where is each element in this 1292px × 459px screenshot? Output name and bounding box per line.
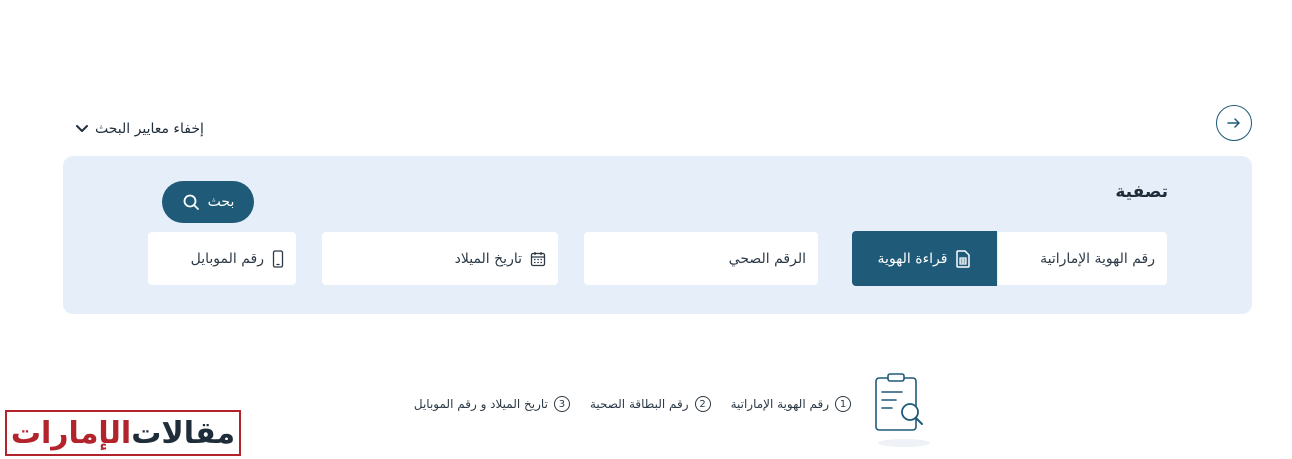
sim-card-icon (956, 249, 971, 268)
mobile-number-input[interactable] (160, 250, 264, 267)
clipboard-search-icon (875, 373, 930, 447)
step-item: 1 رقم الهوية الإماراتية (731, 396, 851, 412)
step-number: 1 (835, 396, 851, 412)
read-id-button[interactable]: قراءة الهوية (852, 231, 997, 286)
watermark-part2: الإمارات (10, 415, 132, 451)
arrow-right-icon (1227, 118, 1240, 128)
step-label: رقم البطاقة الصحية (589, 397, 689, 411)
hide-search-criteria-toggle[interactable]: إخفاء معايير البحث (75, 118, 204, 140)
date-of-birth-field[interactable] (322, 232, 558, 285)
chevron-down-icon (76, 125, 88, 132)
calendar-icon (530, 251, 546, 266)
step-item: 2 رقم البطاقة الصحية (590, 396, 711, 412)
step-label: تاريخ الميلاد و رقم الموبايل (413, 397, 548, 411)
search-button-label: بحث (207, 194, 235, 210)
filter-title: تصفية (1115, 182, 1168, 202)
date-of-birth-input[interactable] (334, 250, 522, 267)
health-number-input[interactable] (596, 250, 806, 267)
watermark-logo: مقالات الإمارات (5, 410, 241, 456)
health-number-field[interactable] (584, 232, 818, 285)
read-id-label: قراءة الهوية (877, 250, 948, 267)
search-steps: 1 رقم الهوية الإماراتية 2 رقم البطاقة ال… (414, 396, 851, 412)
emirates-id-field[interactable] (998, 232, 1167, 285)
emirates-id-input[interactable] (1010, 250, 1155, 267)
toggle-label: إخفاء معايير البحث (95, 121, 204, 137)
step-label: رقم الهوية الإماراتية (730, 397, 829, 411)
mobile-phone-icon (272, 249, 284, 268)
mobile-number-field[interactable] (148, 232, 296, 285)
search-button[interactable]: بحث (162, 181, 254, 223)
watermark-part1: مقالات (131, 415, 236, 451)
step-number: 2 (694, 396, 711, 412)
step-number: 3 (553, 396, 570, 412)
search-icon (183, 194, 199, 210)
step-item: 3 تاريخ الميلاد و رقم الموبايل (414, 396, 570, 412)
back-button[interactable] (1216, 105, 1252, 141)
